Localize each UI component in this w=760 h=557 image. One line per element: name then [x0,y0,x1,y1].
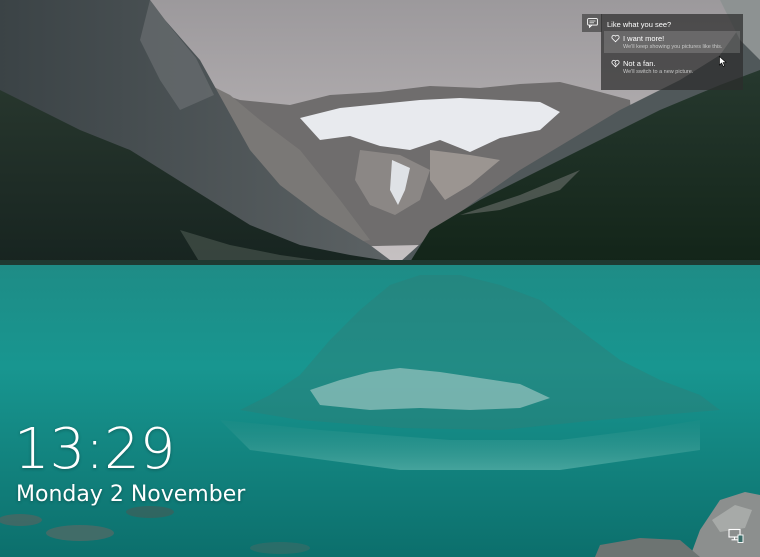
spotlight-chat-icon [586,18,598,28]
network-icon[interactable] [728,528,744,544]
want-more-label: I want more! [623,34,665,43]
lockscreen-date: Monday 2 November [16,482,246,507]
want-more-option[interactable]: I want more! We'll keep showing you pict… [604,31,740,53]
heart-icon [611,34,620,43]
spotlight-title: Like what you see? [607,20,672,29]
spotlight-button[interactable] [582,14,602,32]
spotlight-flyout: Like what you see? I want more! We'll ke… [601,14,743,90]
want-more-sub: We'll keep showing you pictures like thi… [623,44,723,50]
broken-heart-icon [611,59,620,68]
mouse-cursor-icon [719,56,727,67]
not-a-fan-sub: We'll switch to a new picture. [623,69,694,75]
lockscreen-time: 13:29 [14,417,176,482]
